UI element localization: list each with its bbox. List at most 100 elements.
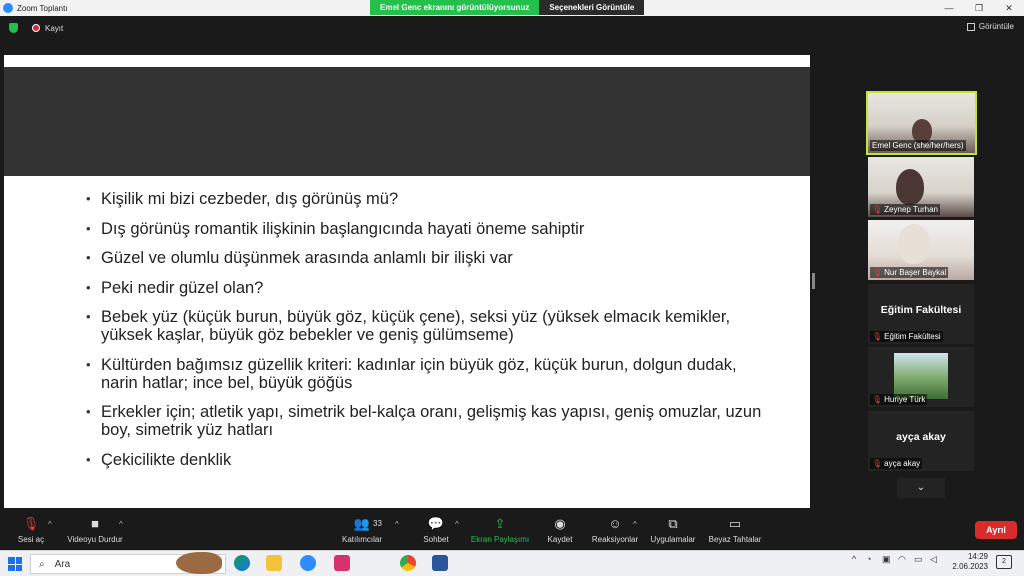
view-options-button[interactable]: Seçenekleri Görüntüle bbox=[539, 0, 645, 15]
minimize-button[interactable]: — bbox=[934, 0, 964, 16]
slide-bullet: Çekicilikte denklik bbox=[86, 451, 770, 469]
whiteboards-label: Beyaz Tahtalar bbox=[708, 535, 762, 544]
reactions-label: Reaksiyonlar bbox=[591, 535, 639, 544]
window-controls: — ❐ ✕ bbox=[934, 0, 1024, 16]
view-button[interactable]: Görüntüle bbox=[966, 22, 1014, 31]
tray-chevron-icon[interactable]: ^ bbox=[852, 554, 856, 564]
chat-options-caret[interactable]: ^ bbox=[455, 520, 459, 529]
record-button[interactable]: ◉ Kaydet bbox=[543, 516, 577, 544]
record-dot-icon bbox=[32, 24, 40, 32]
tray-zoom-icon[interactable]: ▣ bbox=[882, 554, 891, 565]
participant-tile[interactable]: ayça akay 🎙 ayça akay bbox=[868, 411, 974, 471]
participant-name-text: Nur Başer Baykal bbox=[884, 268, 947, 277]
tray-app-icon[interactable]: ◔ bbox=[866, 554, 871, 564]
participant-name-text: Huriye Türk bbox=[884, 395, 926, 404]
stop-video-label: Videoyu Durdur bbox=[67, 535, 123, 544]
slide-bullet-list: Kişilik mi bizi cezbeder, dış görünüş mü… bbox=[4, 176, 810, 469]
window-title: Zoom Toplantı bbox=[17, 3, 68, 13]
participants-label: Katılımcılar bbox=[341, 535, 382, 544]
audio-options-caret[interactable]: ^ bbox=[48, 520, 52, 529]
participant-video bbox=[894, 353, 948, 399]
participants-options-caret[interactable]: ^ bbox=[395, 520, 399, 529]
close-button[interactable]: ✕ bbox=[994, 0, 1024, 16]
participant-tile[interactable]: Emel Genc (she/her/hers) bbox=[866, 91, 977, 155]
share-screen-icon: ⇪ bbox=[494, 516, 506, 531]
word-icon[interactable] bbox=[432, 555, 448, 571]
slide-bullet: Kültürden bağımsız güzellik kriteri: kad… bbox=[86, 356, 770, 392]
maximize-button[interactable]: ❐ bbox=[964, 0, 994, 16]
participant-name: Emel Genc (she/her/hers) bbox=[870, 140, 966, 151]
share-banner: Emel Genc ekranını görüntülüyorsunuz Seç… bbox=[370, 0, 645, 15]
notification-icon[interactable]: 2 bbox=[996, 555, 1012, 569]
participant-avatar bbox=[898, 224, 930, 264]
record-label: Kayıt bbox=[45, 23, 64, 33]
unmute-button[interactable]: 🎙 Sesi aç bbox=[14, 516, 48, 544]
mic-off-icon: 🎙 bbox=[872, 332, 883, 341]
participant-name: 🎙 Huriye Türk bbox=[870, 394, 928, 405]
participant-tile[interactable]: 🎙 Huriye Türk bbox=[868, 347, 974, 407]
mic-off-icon: 🎙 bbox=[872, 268, 883, 277]
zoom-taskbar-icon[interactable] bbox=[300, 555, 316, 571]
slide-top-margin bbox=[4, 55, 810, 67]
shared-screen: Kişilik mi bizi cezbeder, dış görünüş mü… bbox=[4, 55, 810, 508]
participant-name: 🎙 Zeynep Turhan bbox=[870, 204, 940, 215]
slide-bullet: Peki nedir güzel olan? bbox=[86, 279, 770, 297]
otter-illustration-icon[interactable] bbox=[176, 552, 222, 574]
record-icon: ◉ bbox=[554, 516, 566, 531]
share-screen-button[interactable]: ⇪ Ekran Paylaşımı bbox=[468, 516, 532, 544]
slide-bullet: Güzel ve olumlu düşünmek arasında anlaml… bbox=[86, 249, 770, 267]
video-options-caret[interactable]: ^ bbox=[119, 520, 123, 529]
chat-label: Sohbet bbox=[423, 535, 449, 544]
shield-icon[interactable] bbox=[9, 23, 18, 33]
slide-bullet: Erkekler için; atletik yapı, simetrik be… bbox=[86, 403, 770, 439]
mic-off-icon: 🎙 bbox=[872, 395, 883, 404]
share-screen-label: Ekran Paylaşımı bbox=[470, 535, 530, 544]
participant-name: 🎙 Nur Başer Baykal bbox=[870, 267, 949, 278]
participant-tile[interactable]: 🎙 Zeynep Turhan bbox=[868, 157, 974, 217]
mic-off-icon: 🎙 bbox=[22, 516, 40, 531]
recording-indicator[interactable]: Kayıt bbox=[32, 24, 63, 33]
zoom-app-icon bbox=[3, 3, 13, 13]
participant-name-text: Emel Genc (she/her/hers) bbox=[872, 141, 964, 150]
participant-name-text: ayça akay bbox=[884, 459, 921, 468]
participant-tile[interactable]: 🎙 Nur Başer Baykal bbox=[868, 220, 974, 280]
chevron-down-icon: ⌄ bbox=[916, 482, 926, 493]
notification-count: 2 bbox=[1002, 558, 1006, 565]
panel-resize-handle[interactable] bbox=[812, 273, 815, 289]
participant-display-name: ayça akay bbox=[896, 431, 946, 443]
mic-off-icon: 🎙 bbox=[872, 205, 883, 214]
meeting-topbar: Kayıt Görüntüle bbox=[0, 16, 1024, 40]
participant-avatar bbox=[896, 169, 924, 205]
record-label: Kaydet bbox=[547, 535, 573, 544]
participant-name-text: Eğitim Fakültesi bbox=[884, 332, 941, 341]
file-explorer-icon[interactable] bbox=[266, 555, 282, 571]
participant-tile[interactable]: Eğitim Fakültesi 🎙 Eğitim Fakültesi bbox=[868, 284, 974, 344]
share-message: Emel Genc ekranını görüntülüyorsunuz bbox=[370, 0, 540, 15]
participant-name: 🎙 Eğitim Fakültesi bbox=[870, 331, 943, 342]
search-icon: ⌕ bbox=[39, 558, 45, 570]
reactions-options-caret[interactable]: ^ bbox=[633, 520, 637, 529]
wifi-icon[interactable]: ◠ bbox=[898, 554, 906, 565]
windows-start-icon[interactable] bbox=[8, 557, 22, 571]
participant-display-name: Eğitim Fakültesi bbox=[880, 304, 962, 316]
app-grid-icon[interactable] bbox=[334, 555, 350, 571]
clock-time: 14:29 bbox=[967, 552, 988, 561]
edge-browser-icon[interactable] bbox=[234, 555, 250, 571]
clock-date: 2.06.2023 bbox=[952, 562, 988, 571]
chat-button[interactable]: 💬 Sohbet bbox=[418, 516, 454, 544]
slide-title-band bbox=[4, 67, 810, 176]
volume-icon[interactable]: ◁ bbox=[930, 554, 937, 565]
grid-icon bbox=[966, 22, 975, 31]
participant-name: 🎙 ayça akay bbox=[870, 458, 923, 469]
chrome-icon[interactable] bbox=[400, 555, 416, 571]
slide-bullet: Kişilik mi bizi cezbeder, dış görünüş mü… bbox=[86, 190, 770, 208]
window-titlebar: Zoom Toplantı Emel Genc ekranını görüntü… bbox=[0, 0, 1024, 16]
slide-bullet: Bebek yüz (küçük burun, büyük göz, küçük… bbox=[86, 308, 770, 344]
taskbar-clock[interactable]: 14:29 2.06.2023 bbox=[948, 552, 988, 572]
leave-button[interactable]: Ayrıl bbox=[975, 521, 1017, 539]
battery-icon[interactable]: ▭ bbox=[914, 554, 923, 565]
scroll-down-button[interactable]: ⌄ bbox=[897, 478, 945, 498]
slide-bullet: Dış görünüş romantik ilişkinin başlangıc… bbox=[86, 220, 770, 238]
whiteboards-button[interactable]: ▭ Beyaz Tahtalar bbox=[706, 516, 764, 544]
apps-button[interactable]: ⧉ Uygulamalar bbox=[648, 516, 698, 544]
